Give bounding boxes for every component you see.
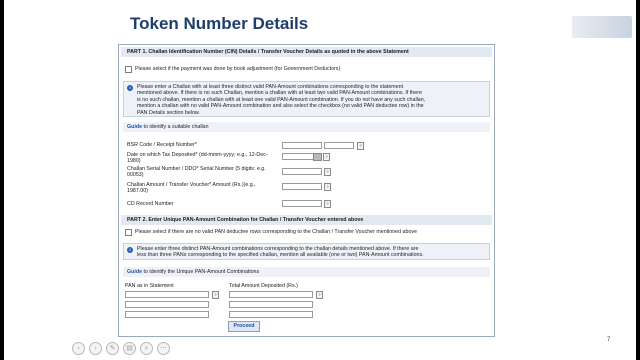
page-number: 7 (607, 337, 611, 343)
part2-guide-text: to identify the Unique PAN-Amount Combin… (143, 269, 260, 275)
challan-serial-label: Challan Serial Number / DDO* Serial Numb… (127, 166, 266, 179)
part2-info-box: i Please enter three distinct PAN-Amount… (123, 243, 490, 260)
amount-input-1[interactable] (229, 291, 313, 298)
receipt-number-input[interactable] (324, 142, 354, 149)
part1-info-box: i Please enter a Challan with at least t… (123, 81, 490, 117)
pan-column-header: PAN as in Statement (125, 283, 174, 289)
cd-record-input[interactable] (282, 200, 322, 207)
help-icon[interactable]: ? (323, 153, 330, 161)
amount-input-2[interactable] (229, 301, 313, 308)
help-icon[interactable]: ? (324, 183, 331, 191)
part2-header: PART 2. Enter Unique PAN-Amount Combinat… (121, 215, 492, 225)
challan-serial-input[interactable] (282, 168, 322, 175)
previous-slide-icon[interactable]: ‹ (72, 342, 85, 355)
info-icon: i (127, 247, 133, 253)
book-adjustment-label: Please select if the payment was done by… (135, 66, 341, 72)
more-options-icon[interactable]: ⋯ (157, 342, 170, 355)
bsr-code-label: BSR Code / Receipt Number* (127, 142, 197, 148)
next-slide-icon[interactable]: › (89, 342, 102, 355)
challan-amount-input[interactable] (282, 183, 322, 190)
part1-info-line: PAN Details section below. (137, 109, 200, 116)
part2-info-text: Please enter three distinct PAN-Amount c… (137, 246, 487, 259)
help-icon[interactable]: ? (316, 291, 323, 299)
no-valid-pan-label: Please select if there are no valid PAN … (135, 229, 417, 235)
part1-header: PART 1. Challan Identification Number (C… (121, 47, 492, 57)
token-details-form: PART 1. Challan Identification Number (C… (118, 44, 495, 337)
pan-input-3[interactable] (125, 311, 209, 318)
help-icon[interactable]: ? (324, 168, 331, 176)
part2-info-line: less than three PANs corresponding to th… (137, 252, 424, 259)
no-valid-pan-checkbox[interactable] (125, 229, 132, 236)
slide-title: Token Number Details (130, 14, 309, 33)
help-icon[interactable]: ? (324, 200, 331, 208)
challan-amount-label: Challan Amount / Transfer Voucher* Amoun… (127, 182, 256, 195)
letterbox-right (636, 0, 640, 360)
part1-guide-bar: Guide to identify a suitable challan (123, 122, 490, 132)
part1-guide-link[interactable]: Guide (127, 124, 142, 130)
bsr-code-input[interactable] (282, 142, 322, 149)
pan-input-1[interactable] (125, 291, 209, 298)
pen-icon[interactable]: ✎ (106, 342, 119, 355)
amount-column-header: Total Amount Deposited (Rs.) (229, 283, 298, 289)
slideshow-nav: ‹ › ✎ ▤ ⌕ ⋯ (72, 342, 170, 355)
calendar-icon[interactable] (313, 153, 322, 161)
part1-guide-text: to identify a suitable challan (143, 124, 209, 130)
info-icon: i (127, 85, 133, 91)
slides-grid-icon[interactable]: ▤ (123, 342, 136, 355)
amount-input-3[interactable] (229, 311, 313, 318)
cd-record-label: CD Record Number (127, 201, 174, 207)
pan-input-2[interactable] (125, 301, 209, 308)
zoom-icon[interactable]: ⌕ (140, 342, 153, 355)
part1-info-text: Please enter a Challan with at least thr… (137, 84, 487, 116)
part2-guide-link[interactable]: Guide (127, 269, 142, 275)
slide-decoration (572, 16, 632, 38)
help-icon[interactable]: ? (357, 142, 364, 150)
letterbox-left (0, 0, 4, 360)
proceed-button[interactable]: Proceed (228, 321, 260, 332)
tax-date-label: Date on which Tax Deposited* (dd-mmm-yyy… (127, 152, 268, 165)
help-icon[interactable]: ? (212, 291, 219, 299)
part2-guide-bar: Guide to identify the Unique PAN-Amount … (123, 267, 490, 277)
book-adjustment-checkbox[interactable] (125, 66, 132, 73)
